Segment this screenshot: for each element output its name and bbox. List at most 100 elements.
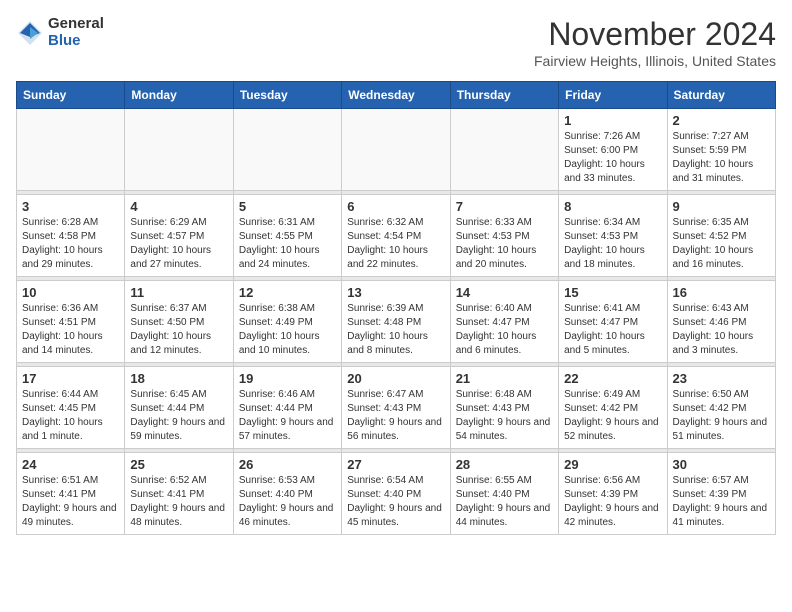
- calendar-cell: 17 Sunrise: 6:44 AM Sunset: 4:45 PM Dayli…: [17, 367, 125, 449]
- day-header: Friday: [559, 82, 667, 109]
- day-header: Sunday: [17, 82, 125, 109]
- day-number: 18: [130, 371, 227, 386]
- day-number: 22: [564, 371, 661, 386]
- calendar-cell: 3 Sunrise: 6:28 AM Sunset: 4:58 PM Daylig…: [17, 195, 125, 277]
- day-detail: Sunrise: 7:26 AM Sunset: 6:00 PM Dayligh…: [564, 130, 661, 186]
- logo-text: General Blue: [48, 16, 104, 49]
- calendar-cell: 13 Sunrise: 6:39 AM Sunset: 4:48 PM Dayli…: [342, 281, 450, 363]
- day-detail: Sunrise: 6:48 AM Sunset: 4:43 PM Dayligh…: [456, 388, 553, 444]
- day-detail: Sunrise: 6:47 AM Sunset: 4:43 PM Dayligh…: [347, 388, 444, 444]
- day-number: 5: [239, 199, 336, 214]
- day-detail: Sunrise: 6:39 AM Sunset: 4:48 PM Dayligh…: [347, 302, 444, 358]
- day-detail: Sunrise: 6:45 AM Sunset: 4:44 PM Dayligh…: [130, 388, 227, 444]
- calendar-cell: 23 Sunrise: 6:50 AM Sunset: 4:42 PM Dayli…: [667, 367, 775, 449]
- day-detail: Sunrise: 6:51 AM Sunset: 4:41 PM Dayligh…: [22, 474, 119, 530]
- day-detail: Sunrise: 6:38 AM Sunset: 4:49 PM Dayligh…: [239, 302, 336, 358]
- calendar-cell: [450, 109, 558, 191]
- calendar-cell: 1Sunrise: 7:26 AM Sunset: 6:00 PM Daylig…: [559, 109, 667, 191]
- day-number: 16: [673, 285, 770, 300]
- day-detail: Sunrise: 6:43 AM Sunset: 4:46 PM Dayligh…: [673, 302, 770, 358]
- calendar-week-row: 24 Sunrise: 6:51 AM Sunset: 4:41 PM Dayli…: [17, 453, 776, 535]
- calendar-cell: 6 Sunrise: 6:32 AM Sunset: 4:54 PM Daylig…: [342, 195, 450, 277]
- day-number: 3: [22, 199, 119, 214]
- calendar-cell: 21 Sunrise: 6:48 AM Sunset: 4:43 PM Dayli…: [450, 367, 558, 449]
- calendar-week-row: 10 Sunrise: 6:36 AM Sunset: 4:51 PM Dayli…: [17, 281, 776, 363]
- day-number: 25: [130, 457, 227, 472]
- calendar-cell: [17, 109, 125, 191]
- day-detail: Sunrise: 6:44 AM Sunset: 4:45 PM Dayligh…: [22, 388, 119, 444]
- day-number: 28: [456, 457, 553, 472]
- month-title: November 2024: [534, 16, 776, 53]
- calendar-cell: 28 Sunrise: 6:55 AM Sunset: 4:40 PM Dayli…: [450, 453, 558, 535]
- calendar-cell: 19Sunrise: 6:46 AM Sunset: 4:44 PM Dayli…: [233, 367, 341, 449]
- day-number: 11: [130, 285, 227, 300]
- day-detail: Sunrise: 6:57 AM Sunset: 4:39 PM Dayligh…: [673, 474, 770, 530]
- calendar-cell: 4Sunrise: 6:29 AM Sunset: 4:57 PM Daylig…: [125, 195, 233, 277]
- day-detail: Sunrise: 6:35 AM Sunset: 4:52 PM Dayligh…: [673, 216, 770, 272]
- day-header: Monday: [125, 82, 233, 109]
- day-header: Thursday: [450, 82, 558, 109]
- day-detail: Sunrise: 7:27 AM Sunset: 5:59 PM Dayligh…: [673, 130, 770, 186]
- day-number: 12: [239, 285, 336, 300]
- calendar-cell: 20 Sunrise: 6:47 AM Sunset: 4:43 PM Dayli…: [342, 367, 450, 449]
- calendar-cell: 25 Sunrise: 6:52 AM Sunset: 4:41 PM Dayli…: [125, 453, 233, 535]
- day-detail: Sunrise: 6:28 AM Sunset: 4:58 PM Dayligh…: [22, 216, 119, 272]
- calendar-cell: 27Sunrise: 6:54 AM Sunset: 4:40 PM Dayli…: [342, 453, 450, 535]
- calendar-cell: 7 Sunrise: 6:33 AM Sunset: 4:53 PM Daylig…: [450, 195, 558, 277]
- location: Fairview Heights, Illinois, United State…: [534, 53, 776, 69]
- day-number: 13: [347, 285, 444, 300]
- calendar-week-row: 3 Sunrise: 6:28 AM Sunset: 4:58 PM Daylig…: [17, 195, 776, 277]
- calendar-cell: 11 Sunrise: 6:37 AM Sunset: 4:50 PM Dayli…: [125, 281, 233, 363]
- day-number: 27: [347, 457, 444, 472]
- day-header: Tuesday: [233, 82, 341, 109]
- day-detail: Sunrise: 6:52 AM Sunset: 4:41 PM Dayligh…: [130, 474, 227, 530]
- day-number: 15: [564, 285, 661, 300]
- day-header: Saturday: [667, 82, 775, 109]
- day-detail: Sunrise: 6:53 AM Sunset: 4:40 PM Dayligh…: [239, 474, 336, 530]
- day-number: 2: [673, 113, 770, 128]
- calendar-cell: 16 Sunrise: 6:43 AM Sunset: 4:46 PM Dayli…: [667, 281, 775, 363]
- day-detail: Sunrise: 6:50 AM Sunset: 4:42 PM Dayligh…: [673, 388, 770, 444]
- day-number: 23: [673, 371, 770, 386]
- logo-general: General: [48, 16, 104, 33]
- day-number: 21: [456, 371, 553, 386]
- calendar-cell: 26 Sunrise: 6:53 AM Sunset: 4:40 PM Dayli…: [233, 453, 341, 535]
- calendar-week-row: 17 Sunrise: 6:44 AM Sunset: 4:45 PM Dayli…: [17, 367, 776, 449]
- day-number: 17: [22, 371, 119, 386]
- day-detail: Sunrise: 6:41 AM Sunset: 4:47 PM Dayligh…: [564, 302, 661, 358]
- day-number: 8: [564, 199, 661, 214]
- day-detail: Sunrise: 6:37 AM Sunset: 4:50 PM Dayligh…: [130, 302, 227, 358]
- day-number: 10: [22, 285, 119, 300]
- calendar-cell: 22 Sunrise: 6:49 AM Sunset: 4:42 PM Dayli…: [559, 367, 667, 449]
- day-detail: Sunrise: 6:32 AM Sunset: 4:54 PM Dayligh…: [347, 216, 444, 272]
- day-detail: Sunrise: 6:29 AM Sunset: 4:57 PM Dayligh…: [130, 216, 227, 272]
- calendar-week-row: 1Sunrise: 7:26 AM Sunset: 6:00 PM Daylig…: [17, 109, 776, 191]
- calendar-cell: 14Sunrise: 6:40 AM Sunset: 4:47 PM Dayli…: [450, 281, 558, 363]
- day-detail: Sunrise: 6:40 AM Sunset: 4:47 PM Dayligh…: [456, 302, 553, 358]
- calendar-cell: 30 Sunrise: 6:57 AM Sunset: 4:39 PM Dayli…: [667, 453, 775, 535]
- day-number: 19: [239, 371, 336, 386]
- calendar-cell: [125, 109, 233, 191]
- day-number: 26: [239, 457, 336, 472]
- calendar-cell: [342, 109, 450, 191]
- calendar-cell: 10 Sunrise: 6:36 AM Sunset: 4:51 PM Dayli…: [17, 281, 125, 363]
- day-detail: Sunrise: 6:34 AM Sunset: 4:53 PM Dayligh…: [564, 216, 661, 272]
- day-detail: Sunrise: 6:36 AM Sunset: 4:51 PM Dayligh…: [22, 302, 119, 358]
- day-number: 9: [673, 199, 770, 214]
- logo-blue: Blue: [48, 33, 104, 50]
- logo-icon: [16, 19, 44, 47]
- day-number: 30: [673, 457, 770, 472]
- day-number: 20: [347, 371, 444, 386]
- day-detail: Sunrise: 6:49 AM Sunset: 4:42 PM Dayligh…: [564, 388, 661, 444]
- day-number: 6: [347, 199, 444, 214]
- day-number: 7: [456, 199, 553, 214]
- title-block: November 2024 Fairview Heights, Illinois…: [534, 16, 776, 69]
- calendar-cell: [233, 109, 341, 191]
- day-detail: Sunrise: 6:33 AM Sunset: 4:53 PM Dayligh…: [456, 216, 553, 272]
- calendar-cell: 12 Sunrise: 6:38 AM Sunset: 4:49 PM Dayli…: [233, 281, 341, 363]
- day-number: 29: [564, 457, 661, 472]
- day-number: 24: [22, 457, 119, 472]
- day-header: Wednesday: [342, 82, 450, 109]
- logo: General Blue: [16, 16, 104, 49]
- day-detail: Sunrise: 6:55 AM Sunset: 4:40 PM Dayligh…: [456, 474, 553, 530]
